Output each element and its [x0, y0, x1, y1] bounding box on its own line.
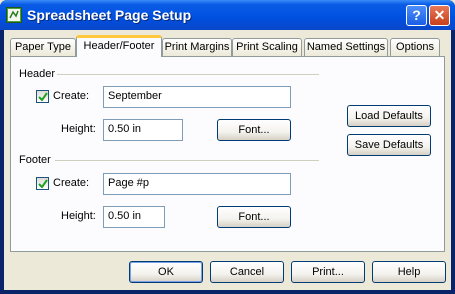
- tab-named-settings[interactable]: Named Settings: [304, 38, 388, 56]
- footer-create-checkbox[interactable]: [36, 177, 49, 190]
- footer-text-input[interactable]: Page #p: [103, 173, 291, 195]
- header-separator: [57, 74, 319, 75]
- footer-create-label: Create:: [53, 177, 90, 189]
- footer-font-button[interactable]: Font...: [217, 206, 291, 228]
- window-title: Spreadsheet Page Setup: [27, 7, 192, 23]
- footer-separator: [55, 160, 319, 161]
- footer-height-input[interactable]: 0.50 in: [103, 206, 165, 228]
- cancel-button[interactable]: Cancel: [210, 261, 284, 283]
- header-height-label: Height:: [61, 123, 96, 135]
- footer-height-label: Height:: [61, 210, 96, 222]
- close-button[interactable]: ✕: [429, 5, 450, 26]
- footer-group-label: Footer: [19, 154, 51, 166]
- ok-button[interactable]: OK: [129, 261, 203, 283]
- title-bar[interactable]: Spreadsheet Page Setup ? ✕: [0, 0, 455, 30]
- header-create-label: Create:: [53, 90, 90, 102]
- help-button[interactable]: Help: [372, 261, 446, 283]
- check-icon: [38, 92, 48, 102]
- spreadsheet-app-icon: [6, 7, 22, 23]
- print-button[interactable]: Print...: [291, 261, 365, 283]
- tab-header-footer[interactable]: Header/Footer: [76, 35, 162, 57]
- header-height-input[interactable]: 0.50 in: [103, 119, 183, 141]
- header-create-checkbox[interactable]: [36, 90, 49, 103]
- header-font-button[interactable]: Font...: [217, 119, 291, 141]
- dialog-window: Spreadsheet Page Setup ? ✕ Paper Type He…: [0, 0, 455, 294]
- header-group-label: Header: [19, 68, 56, 80]
- tab-paper-type[interactable]: Paper Type: [10, 38, 76, 56]
- load-defaults-button[interactable]: Load Defaults: [347, 105, 431, 127]
- header-footer-panel: Header Create: September Height: 0.50 in…: [10, 56, 445, 252]
- help-title-button[interactable]: ?: [406, 5, 427, 26]
- save-defaults-button[interactable]: Save Defaults: [347, 134, 431, 156]
- tab-options[interactable]: Options: [390, 38, 440, 56]
- tab-print-margins[interactable]: Print Margins: [162, 38, 232, 56]
- check-icon: [38, 179, 48, 189]
- header-text-input[interactable]: September: [103, 86, 291, 108]
- dialog-client-area: Paper Type Header/Footer Print Margins P…: [4, 30, 451, 290]
- tab-print-scaling[interactable]: Print Scaling: [232, 38, 302, 56]
